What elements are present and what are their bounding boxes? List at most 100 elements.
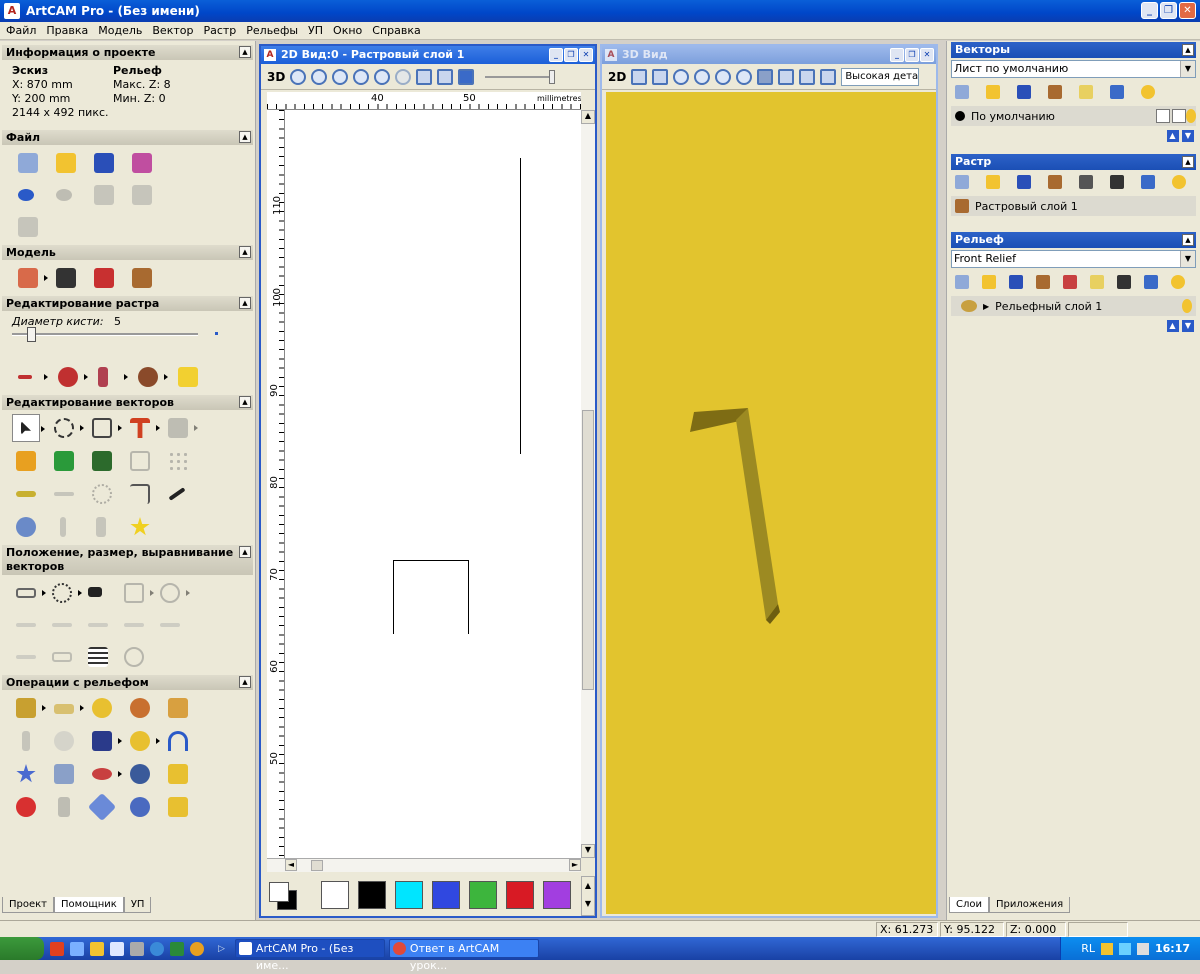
center-page-icon[interactable] bbox=[12, 643, 40, 671]
fill-icon[interactable] bbox=[54, 363, 88, 391]
shape-editor-icon[interactable] bbox=[12, 694, 46, 722]
spiral-icon[interactable] bbox=[120, 643, 148, 671]
menu-reliefs[interactable]: Рельефы bbox=[242, 24, 304, 37]
grid-icon[interactable] bbox=[126, 447, 154, 475]
minimize-button[interactable]: _ bbox=[1141, 2, 1158, 19]
save-layer-icon[interactable] bbox=[1009, 275, 1023, 289]
color-swatch[interactable] bbox=[321, 881, 349, 909]
position-header[interactable]: Положение, размер, выравнивание векторов… bbox=[2, 545, 253, 575]
browser-icon[interactable] bbox=[150, 941, 164, 956]
vector-layer-default[interactable]: По умолчанию bbox=[951, 106, 1196, 126]
model-image-icon[interactable] bbox=[128, 264, 156, 292]
open-layer-icon[interactable] bbox=[982, 275, 996, 289]
app-icon[interactable] bbox=[190, 941, 204, 956]
collapse-icon[interactable]: ▲ bbox=[239, 131, 251, 143]
scatter-icon[interactable] bbox=[164, 447, 192, 475]
box-icon[interactable] bbox=[48, 643, 76, 671]
paste-relief-icon[interactable] bbox=[164, 760, 192, 788]
open-layer-icon[interactable] bbox=[986, 175, 1000, 189]
rotate-view-icon[interactable] bbox=[631, 68, 648, 85]
model-header[interactable]: Модель ▲ bbox=[2, 245, 253, 260]
excel-icon[interactable] bbox=[170, 941, 184, 956]
expand-arrow-icon[interactable]: ▶ bbox=[983, 302, 989, 311]
turn-icon[interactable] bbox=[126, 694, 154, 722]
color-swatch[interactable] bbox=[432, 881, 460, 909]
color-swatch[interactable] bbox=[543, 881, 571, 909]
open-layer-icon[interactable] bbox=[986, 85, 1000, 99]
collapse-icon[interactable]: ▲ bbox=[239, 297, 251, 309]
zoom-drag-icon[interactable] bbox=[395, 68, 412, 85]
collapse-icon[interactable]: ▲ bbox=[239, 546, 251, 558]
zoom-all-3d-icon[interactable] bbox=[736, 68, 753, 85]
menu-vector[interactable]: Вектор bbox=[148, 24, 199, 37]
menu-toolpaths[interactable]: УП bbox=[304, 24, 329, 37]
relief-image-icon[interactable] bbox=[1117, 275, 1131, 289]
menu-file[interactable]: Файл bbox=[2, 24, 42, 37]
relief-ops-header[interactable]: Операции с рельефом ▲ bbox=[2, 675, 253, 690]
project-info-header[interactable]: Информация о проекте ▲ bbox=[2, 45, 253, 60]
menu-edit[interactable]: Правка bbox=[42, 24, 94, 37]
delete-layer-icon[interactable] bbox=[1144, 275, 1158, 289]
shape-tool-icon[interactable] bbox=[164, 414, 198, 442]
import-icon[interactable] bbox=[416, 68, 433, 85]
menu-raster[interactable]: Растр bbox=[199, 24, 242, 37]
move-down-icon[interactable]: ▼ bbox=[1182, 320, 1194, 332]
calculator-icon[interactable] bbox=[130, 941, 144, 956]
model-settings-icon[interactable] bbox=[14, 264, 48, 292]
merge-layer-icon[interactable] bbox=[1048, 85, 1062, 99]
two-rail-icon[interactable] bbox=[164, 694, 192, 722]
fg-bg-color-selector[interactable] bbox=[269, 882, 299, 912]
toggle-icon[interactable] bbox=[458, 68, 475, 85]
palette-scroll[interactable]: ▲ ▼ bbox=[581, 876, 595, 916]
folder-icon[interactable] bbox=[90, 941, 104, 956]
collapse-icon[interactable]: ▲ bbox=[1182, 234, 1194, 246]
lamp-icon[interactable] bbox=[1079, 85, 1093, 99]
new-file-icon[interactable] bbox=[14, 149, 42, 177]
join-vectors-icon[interactable] bbox=[126, 480, 154, 508]
viewport-3d[interactable] bbox=[606, 92, 936, 914]
vector-line[interactable] bbox=[520, 158, 521, 454]
select-arrow-icon[interactable] bbox=[12, 414, 45, 442]
relief-select[interactable]: Front Relief ▼ bbox=[951, 250, 1196, 268]
save-layer-icon[interactable] bbox=[1017, 175, 1031, 189]
zoom-all-icon[interactable] bbox=[353, 68, 370, 85]
language-indicator[interactable]: RL bbox=[1081, 942, 1095, 955]
tab-applications[interactable]: Приложения bbox=[989, 897, 1071, 913]
zoom-out-icon[interactable] bbox=[311, 68, 328, 85]
collapse-icon[interactable]: ▲ bbox=[239, 676, 251, 688]
view-2d-title-bar[interactable]: A 2D Вид:0 - Растровый слой 1 _ ❐ ✕ bbox=[261, 46, 595, 64]
align-left-icon[interactable] bbox=[12, 611, 40, 639]
move-up-icon[interactable]: ▲ bbox=[1166, 130, 1179, 142]
pen-icon[interactable] bbox=[1172, 109, 1186, 123]
wave-distort-icon[interactable] bbox=[84, 643, 112, 671]
globe-relief-icon[interactable] bbox=[126, 793, 154, 821]
pan-icon[interactable] bbox=[652, 68, 669, 85]
save-layer-icon[interactable] bbox=[1017, 85, 1031, 99]
app-title-bar[interactable]: A ArtCAM Pro - (Без имени) _ ❐ ✕ bbox=[0, 0, 1200, 22]
export-relief-icon[interactable] bbox=[164, 793, 192, 821]
color-swatch[interactable] bbox=[469, 881, 497, 909]
smooth-curve-icon[interactable] bbox=[12, 480, 40, 508]
move-up-icon[interactable]: ▲ bbox=[1166, 320, 1179, 332]
sweep-icon[interactable] bbox=[12, 727, 40, 755]
paste-icon[interactable] bbox=[14, 213, 42, 241]
array-copy-icon[interactable] bbox=[120, 579, 154, 607]
window-icon[interactable] bbox=[110, 941, 124, 956]
merge-layer-icon[interactable] bbox=[1048, 175, 1062, 189]
fade-relief-icon[interactable] bbox=[87, 792, 117, 822]
save-file-icon[interactable] bbox=[90, 149, 118, 177]
new-layer-icon[interactable] bbox=[955, 175, 969, 189]
node-edit-icon[interactable] bbox=[88, 414, 122, 442]
visibility-bulb-icon[interactable] bbox=[1186, 109, 1196, 123]
raster-to-vector-icon[interactable] bbox=[174, 363, 202, 391]
merge-layer-icon[interactable] bbox=[1036, 275, 1050, 289]
quick-launch-icon[interactable] bbox=[50, 941, 64, 956]
switch-to-3d-button[interactable]: 3D bbox=[267, 70, 285, 84]
add-icon[interactable] bbox=[50, 447, 78, 475]
nesting-icon[interactable] bbox=[84, 579, 112, 607]
weave-icon[interactable] bbox=[50, 727, 78, 755]
vector-library-icon[interactable] bbox=[12, 447, 40, 475]
delete-layer-icon[interactable] bbox=[1141, 175, 1155, 189]
color-swatch[interactable] bbox=[506, 881, 534, 909]
horizontal-scrollbar[interactable]: ◄ ► bbox=[267, 858, 581, 872]
